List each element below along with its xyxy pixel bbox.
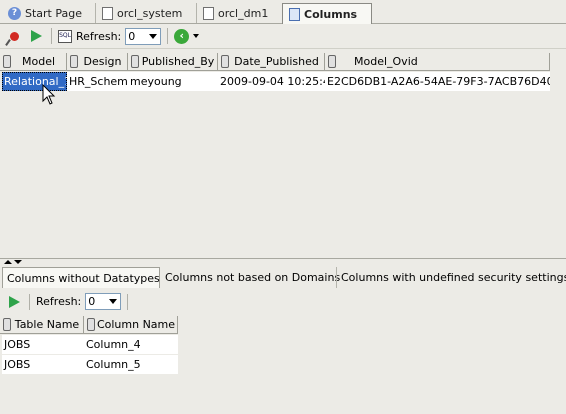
column-icon [221, 55, 229, 68]
column-icon [3, 318, 11, 331]
tab-label: orcl_system [117, 6, 183, 20]
cell-column-name[interactable]: Column_5 [84, 355, 178, 374]
column-header-table-name[interactable]: Table Name [0, 316, 84, 334]
cell-table-name[interactable]: JOBS [2, 355, 84, 374]
tab-start-page[interactable]: ? Start Page [2, 3, 94, 23]
column-icon [328, 55, 336, 68]
column-icon [87, 318, 95, 331]
cell-published-by[interactable]: meyoung [128, 72, 218, 91]
refresh-label: Refresh: [76, 29, 122, 43]
column-icon [131, 55, 139, 68]
cell-model[interactable]: Relational_1 [2, 72, 67, 91]
cell-table-name[interactable]: JOBS [2, 335, 84, 354]
pin-icon [9, 31, 19, 41]
sql-icon[interactable]: SQL [58, 29, 72, 43]
refresh-select[interactable]: 0 [85, 293, 122, 310]
toolbar-divider [127, 293, 129, 310]
collapse-up-icon[interactable] [4, 260, 12, 264]
column-header-model-ovid[interactable]: Model_Ovid [325, 53, 550, 71]
tab-orcl-dm1[interactable]: orcl_dm1 [196, 3, 280, 23]
tab-label: Start Page [25, 6, 82, 20]
document-icon [203, 6, 214, 20]
cell-design[interactable]: HR_Schema [67, 72, 128, 91]
panel-splitter[interactable] [0, 258, 566, 266]
document-icon [102, 6, 113, 20]
tab-orcl-system[interactable]: orcl_system [95, 3, 195, 23]
column-header-column-name[interactable]: Column Name [84, 316, 178, 334]
tab-label: orcl_dm1 [218, 6, 269, 20]
column-header-published-by[interactable]: Published_By [128, 53, 218, 71]
pin-button[interactable] [5, 27, 23, 45]
chevron-down-icon [106, 294, 120, 309]
tab-label: Columns [304, 7, 358, 21]
run-button[interactable] [27, 27, 45, 45]
refresh-select[interactable]: 0 [125, 27, 162, 45]
column-header-design[interactable]: Design [67, 53, 128, 71]
refresh-label: Refresh: [36, 295, 82, 308]
toolbar-divider [51, 28, 52, 44]
tab-columns[interactable]: Columns [282, 3, 372, 24]
subtab-columns-not-based-on-domains[interactable]: Columns not based on Domains [161, 267, 340, 288]
run-icon [30, 30, 42, 42]
dropdown-arrow-icon[interactable] [193, 34, 200, 38]
subtab-columns-without-datatypes[interactable]: Columns without Datatypes [2, 267, 160, 288]
help-icon: ? [8, 6, 21, 20]
column-icon [3, 55, 11, 68]
report-icon [289, 7, 300, 21]
refresh-value: 0 [128, 29, 136, 43]
cell-column-name[interactable]: Column_4 [84, 335, 178, 354]
run-icon [8, 295, 20, 308]
report-toolbar: SQL Refresh: 0 ‹ [0, 24, 566, 49]
cell-model-ovid[interactable]: E2CD6DB1-A2A6-54AE-79F3-7ACB76D409BD [325, 72, 550, 91]
back-navigation-icon[interactable]: ‹ [174, 28, 190, 44]
chevron-down-icon [146, 29, 160, 44]
run-button[interactable] [5, 293, 23, 311]
collapse-down-icon[interactable] [14, 260, 22, 264]
column-icon [70, 55, 78, 68]
subtab-columns-undefined-security[interactable]: Columns with undefined security settings [336, 267, 566, 288]
cell-date-published[interactable]: 2009-09-04 10:25:47 [218, 72, 325, 91]
refresh-value: 0 [88, 295, 96, 308]
column-header-model[interactable]: Model [0, 53, 67, 71]
mouse-pointer-icon [42, 84, 56, 105]
toolbar-divider [29, 293, 30, 310]
column-header-date-published[interactable]: Date_Published [218, 53, 325, 71]
editor-tab-bar: ? Start Page orcl_system orcl_dm1 Column… [0, 0, 566, 24]
toolbar-divider [167, 28, 169, 44]
detail-toolbar: Refresh: 0 [0, 289, 566, 314]
